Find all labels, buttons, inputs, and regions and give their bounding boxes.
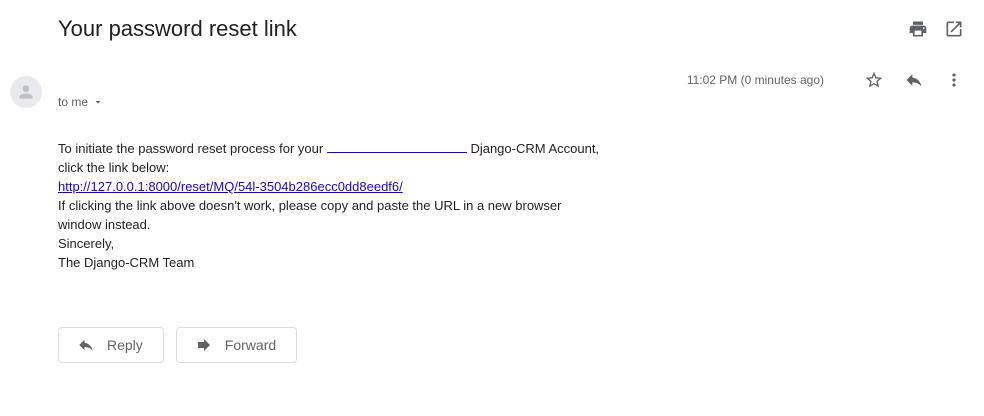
body-line-5: window instead. bbox=[58, 217, 151, 232]
more-vert-icon[interactable] bbox=[944, 70, 964, 90]
forward-label: Forward bbox=[224, 337, 277, 353]
body-line-4: If clicking the link above doesn't work,… bbox=[58, 198, 562, 213]
body-line-6: Sincerely, bbox=[58, 236, 115, 251]
avatar[interactable] bbox=[10, 76, 42, 108]
email-subject: Your password reset link bbox=[58, 16, 297, 41]
reply-actions: Reply Forward bbox=[58, 327, 298, 363]
star-icon[interactable] bbox=[864, 70, 884, 90]
reply-label: Reply bbox=[107, 337, 143, 353]
email-body: To initiate the password reset process f… bbox=[58, 139, 618, 272]
message-meta: 11:02 PM (0 minutes ago) bbox=[687, 70, 964, 90]
masked-email-link[interactable] bbox=[326, 141, 467, 153]
reply-icon bbox=[79, 339, 93, 351]
print-icon[interactable] bbox=[908, 19, 928, 39]
forward-icon bbox=[197, 339, 210, 351]
top-toolbar bbox=[908, 19, 964, 39]
open-in-new-icon[interactable] bbox=[944, 19, 964, 39]
person-icon bbox=[19, 85, 33, 99]
body-line-1: To initiate the password reset process f… bbox=[58, 139, 618, 158]
body-text-intro: To initiate the password reset process f… bbox=[58, 141, 324, 156]
timestamp: 11:02 PM (0 minutes ago) bbox=[686, 73, 824, 87]
recipient-details[interactable]: to me bbox=[58, 95, 104, 109]
recipient-label: to me bbox=[58, 95, 89, 109]
body-line-2: click the link below: bbox=[58, 160, 170, 175]
body-text-account: Django-CRM Account, bbox=[470, 141, 600, 156]
sender-name[interactable] bbox=[58, 74, 238, 88]
body-line-3: http://127.0.0.1:8000/reset/MQ/54l-3504b… bbox=[58, 177, 618, 196]
reset-link[interactable]: http://127.0.0.1:8000/reset/MQ/54l-3504b… bbox=[58, 179, 403, 194]
forward-button[interactable]: Forward bbox=[175, 327, 298, 363]
body-line-7: The Django-CRM Team bbox=[58, 255, 195, 270]
caret-down-icon bbox=[95, 101, 101, 104]
reply-icon[interactable] bbox=[904, 70, 924, 90]
reply-button[interactable]: Reply bbox=[58, 327, 164, 363]
